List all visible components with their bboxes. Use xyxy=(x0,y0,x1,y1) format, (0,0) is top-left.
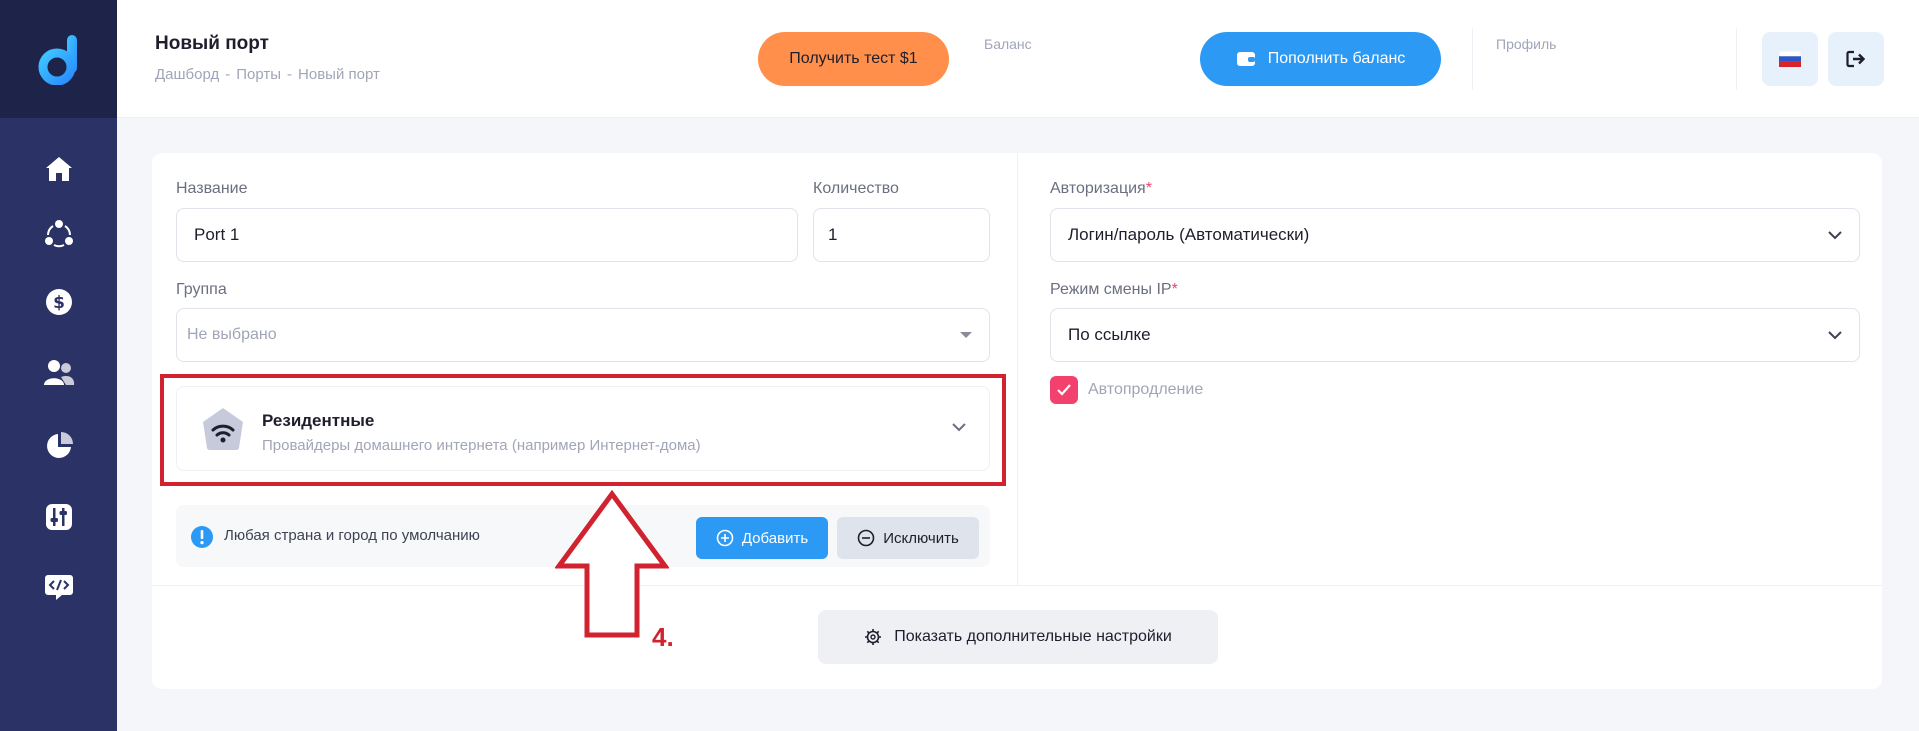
wallet-icon xyxy=(1236,52,1255,66)
balance-label: Баланс xyxy=(984,36,1032,52)
show-more-settings-label: Показать дополнительные настройки xyxy=(894,628,1172,645)
add-geo-label: Добавить xyxy=(741,529,809,547)
required-mark: * xyxy=(1171,281,1178,298)
proxy-type-title: Резидентные xyxy=(262,411,375,430)
caret-down-icon xyxy=(960,332,972,338)
chevron-down-icon xyxy=(952,423,966,432)
geo-default-text: Любая страна и город по умолчанию xyxy=(224,527,480,544)
ip-change-label: Режим смены IP* xyxy=(1050,281,1178,299)
authorization-label-text: Авторизация xyxy=(1050,180,1146,197)
nav-network[interactable] xyxy=(0,205,117,261)
get-test-button[interactable]: Получить тест $1 xyxy=(758,32,949,86)
group-select[interactable]: Не выбрано xyxy=(176,308,990,362)
required-mark: * xyxy=(1145,180,1152,197)
header-divider xyxy=(1472,28,1473,90)
quantity-input[interactable]: 1 xyxy=(813,208,990,262)
network-icon xyxy=(44,220,73,248)
exclude-geo-label: Исключить xyxy=(883,529,959,547)
new-port-form-card: Название Port 1 Количество 1 Группа Не в… xyxy=(152,153,1882,689)
ru-flag-icon xyxy=(1779,51,1801,67)
ip-change-value: По ссылке xyxy=(1068,325,1151,344)
breadcrumb: Дашборд - Порты - Новый порт xyxy=(155,66,380,83)
authorization-select[interactable]: Логин/пароль (Автоматически) xyxy=(1050,208,1860,262)
autorenew-toggle[interactable]: Автопродление xyxy=(1050,376,1203,404)
nav-settings[interactable] xyxy=(0,489,117,545)
group-label: Группа xyxy=(176,281,227,298)
breadcrumb-separator: - xyxy=(287,66,293,83)
add-geo-button[interactable]: Добавить xyxy=(696,517,828,559)
nav-billing[interactable]: $ xyxy=(0,274,117,330)
geo-selection: Любая страна и город по умолчанию Добави… xyxy=(176,505,990,567)
group-select-placeholder: Не выбрано xyxy=(187,326,277,343)
topup-balance-button[interactable]: Пополнить баланс xyxy=(1200,32,1441,86)
autorenew-checkbox[interactable] xyxy=(1050,376,1078,404)
authorization-label: Авторизация* xyxy=(1050,180,1152,198)
pie-chart-icon xyxy=(46,432,73,458)
chevron-down-icon xyxy=(1828,231,1842,240)
home-icon xyxy=(45,157,72,181)
ip-change-select[interactable]: По ссылке xyxy=(1050,308,1860,362)
page-title: Новый порт xyxy=(155,33,269,54)
name-label: Название xyxy=(176,180,248,197)
svg-text:$: $ xyxy=(53,293,65,313)
breadcrumb-dashboard[interactable]: Дашборд xyxy=(155,66,219,83)
sliders-icon xyxy=(45,504,72,530)
proxy-type-subtitle: Провайдеры домашнего интернета (например… xyxy=(262,437,701,454)
name-input[interactable]: Port 1 xyxy=(176,208,798,262)
api-code-icon xyxy=(44,575,73,600)
header-divider xyxy=(1736,28,1737,90)
logo-icon xyxy=(38,35,77,85)
chevron-down-icon xyxy=(1828,331,1842,340)
profile-label[interactable]: Профиль xyxy=(1496,36,1556,52)
proxy-type-select[interactable]: Резидентные Провайдеры домашнего интерне… xyxy=(176,386,990,471)
breadcrumb-current: Новый порт xyxy=(298,66,380,83)
authorization-value: Логин/пароль (Автоматически) xyxy=(1068,225,1310,244)
show-more-settings-button[interactable]: Показать дополнительные настройки xyxy=(818,610,1218,664)
minus-circle-icon xyxy=(857,529,875,547)
exclude-geo-button[interactable]: Исключить xyxy=(837,517,979,559)
breadcrumb-ports[interactable]: Порты xyxy=(236,66,281,83)
logout-icon xyxy=(1846,50,1866,68)
dollar-icon: $ xyxy=(45,289,72,315)
breadcrumb-separator: - xyxy=(225,66,231,83)
logout-button[interactable] xyxy=(1828,32,1884,86)
home-wifi-icon xyxy=(203,408,243,451)
nav-users[interactable] xyxy=(0,345,117,401)
top-header: Новый порт Дашборд - Порты - Новый порт … xyxy=(117,0,1919,118)
language-button[interactable] xyxy=(1762,32,1818,86)
nav-api[interactable] xyxy=(0,559,117,615)
users-icon xyxy=(43,360,74,385)
logo[interactable] xyxy=(0,0,117,118)
autorenew-label: Автопродление xyxy=(1088,381,1204,398)
row-divider xyxy=(152,585,1882,586)
annotation-step-number: 4. xyxy=(652,622,674,652)
info-icon xyxy=(191,526,213,548)
gear-icon xyxy=(865,629,882,645)
sidebar: $ xyxy=(0,0,117,731)
ip-change-label-text: Режим смены IP xyxy=(1050,281,1172,298)
plus-circle-icon xyxy=(716,529,734,547)
quantity-label: Количество xyxy=(813,180,899,197)
nav-statistics[interactable] xyxy=(0,418,117,474)
nav-home[interactable] xyxy=(0,141,117,197)
column-divider xyxy=(1017,153,1018,585)
topup-balance-label: Пополнить баланс xyxy=(1267,50,1406,67)
checkmark-icon xyxy=(1057,384,1071,396)
